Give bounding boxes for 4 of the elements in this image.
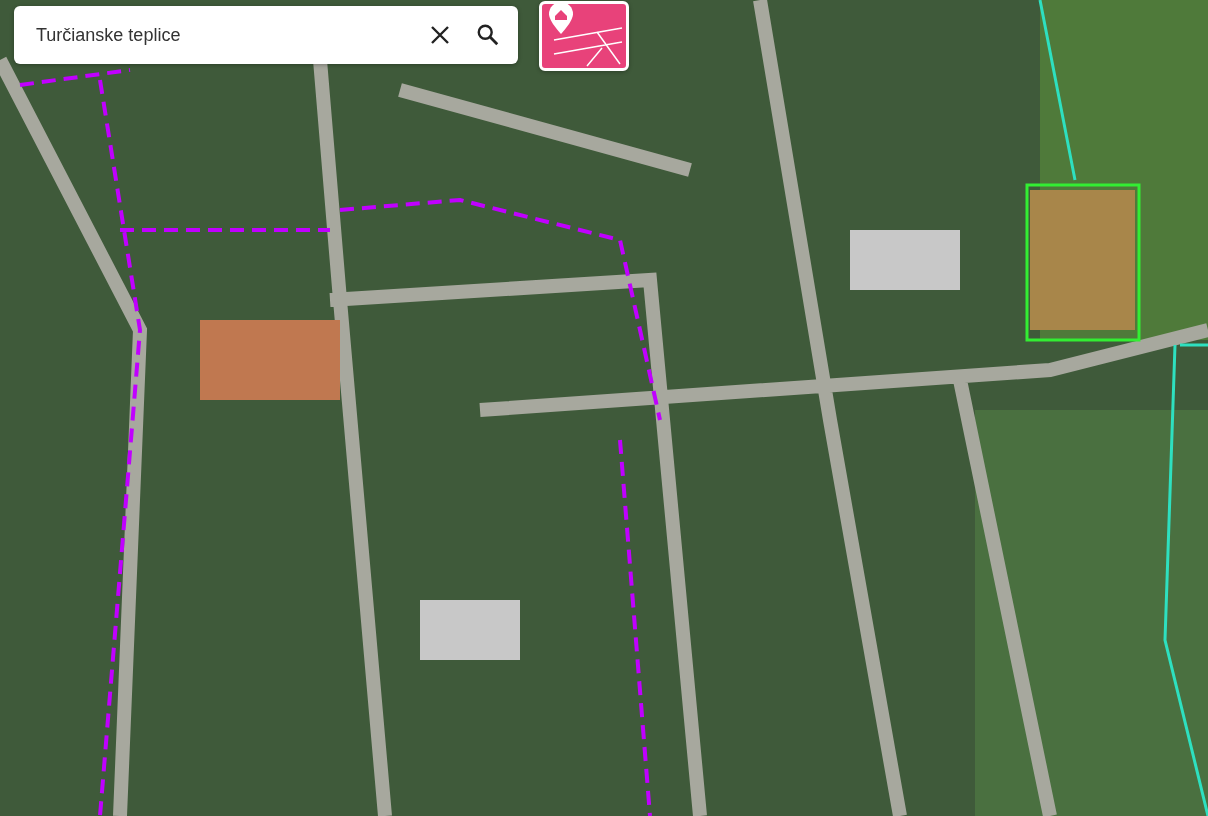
cadastre-layer-button[interactable] (539, 1, 629, 71)
satellite-map-drawing[interactable] (0, 0, 1208, 816)
search-field[interactable]: Turčianske teplice (34, 20, 414, 50)
search-bar[interactable]: Turčianske teplice (14, 6, 518, 64)
